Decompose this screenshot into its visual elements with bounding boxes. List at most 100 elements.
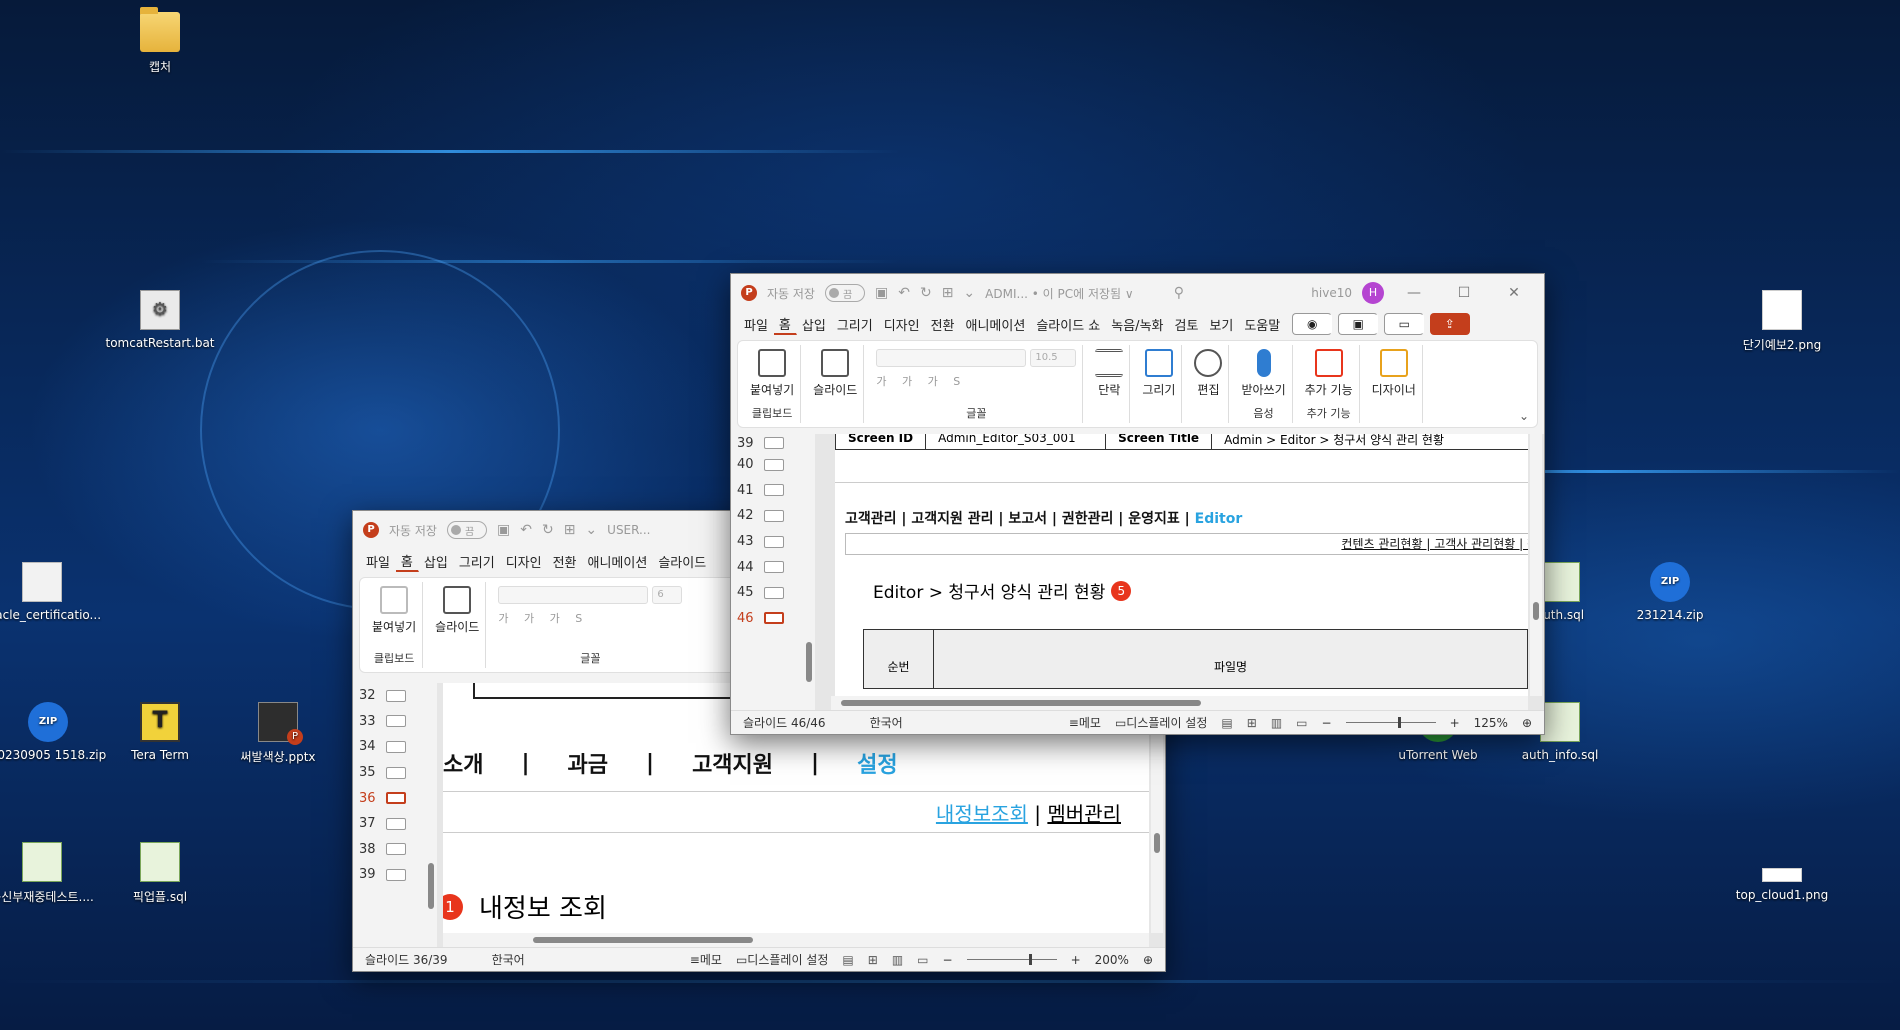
tab-record[interactable]: 녹음/녹화	[1106, 315, 1169, 334]
new-slide-button[interactable]: 슬라이드	[813, 345, 857, 398]
slide-sorter-icon[interactable]: ⊞	[868, 953, 878, 967]
tab-insert[interactable]: 삽입	[797, 315, 832, 334]
desktop-icon-sql-test[interactable]: 송신부재중테스트....	[0, 842, 102, 905]
new-slide-button[interactable]: 슬라이드	[435, 582, 479, 635]
collapse-ribbon-icon[interactable]: ⌄	[1519, 409, 1529, 423]
tab-draw[interactable]: 그리기	[454, 552, 501, 571]
slide-thumb[interactable]: 40	[731, 452, 803, 478]
slide-vertical-scrollbar[interactable]	[1530, 434, 1542, 696]
slide-thumb-current[interactable]: 36	[353, 785, 425, 811]
slide-thumb[interactable]: 42	[731, 503, 803, 529]
font-size-select[interactable]: 10.5	[1030, 349, 1077, 367]
desktop-icon-pptx[interactable]: 써발색상.pptx	[218, 702, 338, 765]
dictate-button[interactable]: 받아쓰기	[1241, 345, 1286, 398]
slide-thumb[interactable]: 39	[731, 434, 803, 452]
desktop-icon-png-forecast[interactable]: 단기예보2.png	[1722, 290, 1842, 353]
zoom-level[interactable]: 125%	[1474, 716, 1508, 730]
notes-button[interactable]: ≡메모	[1069, 714, 1101, 731]
fit-slide-icon[interactable]: ⊕	[1143, 953, 1153, 967]
tab-animations[interactable]: 애니메이션	[961, 315, 1032, 334]
addins-button[interactable]: 추가 기능	[1305, 345, 1353, 398]
slide-thumb[interactable]: 34	[353, 734, 425, 760]
zoom-slider[interactable]	[966, 954, 1057, 965]
redo-icon[interactable]: ↻	[920, 285, 932, 301]
powerpoint-window-front[interactable]: P 자동 저장 끔 ▣ ↶ ↻ ⊞ ⌄ ADMI... • 이 PC에 저장됨 …	[730, 273, 1545, 735]
display-settings-button[interactable]: ▭디스플레이 설정	[1115, 714, 1207, 731]
save-icon[interactable]: ▣	[497, 522, 510, 538]
normal-view-icon[interactable]: ▤	[1221, 716, 1232, 730]
slide-thumb[interactable]: 44	[731, 554, 803, 580]
zoom-out-icon[interactable]: −	[1322, 716, 1332, 730]
autosave-toggle[interactable]: 끔	[824, 284, 865, 302]
record-icon[interactable]: ◉	[1292, 313, 1333, 335]
font-size-select[interactable]: 6	[652, 586, 683, 604]
title-bar[interactable]: P 자동 저장 끔 ▣ ↶ ↻ ⊞ ⌄ ADMI... • 이 PC에 저장됨 …	[731, 274, 1544, 312]
desktop-icon-png-cloud[interactable]: top_cloud1.png	[1722, 842, 1842, 902]
minimize-icon[interactable]: —	[1394, 285, 1434, 301]
slide-horizontal-scrollbar[interactable]	[443, 933, 1149, 947]
slide-thumb[interactable]: 33	[353, 709, 425, 735]
document-title[interactable]: ADMI... • 이 PC에 저장됨 ∨	[985, 285, 1134, 302]
zoom-in-icon[interactable]: +	[1450, 716, 1460, 730]
tab-file[interactable]: 파일	[361, 552, 396, 571]
slide-thumb[interactable]: 39	[353, 862, 425, 888]
close-icon[interactable]: ✕	[1494, 285, 1534, 301]
autosave-toggle[interactable]: 끔	[446, 521, 487, 539]
slide-thumb[interactable]: 45	[731, 580, 803, 606]
search-icon[interactable]: ⚲	[1174, 285, 1184, 301]
slide-thumb[interactable]: 41	[731, 478, 803, 504]
thumbs-scrollbar[interactable]	[803, 434, 815, 710]
slide-horizontal-scrollbar[interactable]	[831, 696, 1528, 710]
present-teams-icon[interactable]: ▣	[1338, 313, 1379, 335]
undo-icon[interactable]: ↶	[520, 522, 532, 538]
desktop-icon-zip-231214[interactable]: ZIP 231214.zip	[1610, 562, 1730, 622]
slide-sorter-icon[interactable]: ⊞	[1247, 716, 1257, 730]
tab-design[interactable]: 디자인	[879, 315, 926, 334]
tab-home[interactable]: 홈	[395, 551, 419, 572]
comments-icon[interactable]: ▭	[1384, 313, 1425, 335]
tab-slideshow[interactable]: 슬라이드 쇼	[1031, 315, 1106, 334]
tab-view[interactable]: 보기	[1204, 315, 1239, 334]
designer-button[interactable]: 디자이너	[1372, 345, 1416, 398]
tab-home[interactable]: 홈	[773, 314, 797, 335]
reading-view-icon[interactable]: ▥	[1271, 716, 1282, 730]
undo-icon[interactable]: ↶	[898, 285, 910, 301]
draw-button[interactable]: 그리기	[1142, 345, 1175, 398]
customize-qat-icon[interactable]: ⌄	[963, 285, 975, 301]
zoom-level[interactable]: 200%	[1095, 953, 1129, 967]
customize-qat-icon[interactable]: ⌄	[585, 522, 597, 538]
display-settings-button[interactable]: ▭디스플레이 설정	[736, 951, 828, 968]
paste-button[interactable]: 붙여넣기	[750, 345, 794, 398]
desktop-icon-zip-20230905[interactable]: ZIP 20230905 1518.zip	[0, 702, 108, 762]
slide-canvas[interactable]: Screen ID Admin_Editor_S03_001 Screen Ti…	[835, 434, 1528, 696]
reading-view-icon[interactable]: ▥	[892, 953, 903, 967]
normal-view-icon[interactable]: ▤	[842, 953, 853, 967]
slide-thumb[interactable]: 43	[731, 529, 803, 555]
present-icon[interactable]: ⊞	[942, 285, 954, 301]
slide-thumb[interactable]: 32	[353, 683, 425, 709]
zoom-in-icon[interactable]: +	[1071, 953, 1081, 967]
edit-button[interactable]: 편집	[1194, 345, 1223, 398]
slideshow-icon[interactable]: ▭	[1296, 716, 1307, 730]
paste-button[interactable]: 붙여넣기	[372, 582, 416, 635]
desktop-icon-tomcat-bat[interactable]: ⚙ tomcatRestart.bat	[100, 290, 220, 350]
zoom-slider[interactable]	[1345, 717, 1436, 728]
avatar[interactable]: H	[1362, 282, 1384, 304]
tab-transitions[interactable]: 전환	[926, 315, 961, 334]
redo-icon[interactable]: ↻	[542, 522, 554, 538]
present-icon[interactable]: ⊞	[564, 522, 576, 538]
font-family-select[interactable]	[498, 586, 649, 604]
desktop-icon-sql-pickup[interactable]: 픽업플.sql	[100, 842, 220, 905]
zoom-out-icon[interactable]: −	[943, 953, 953, 967]
tab-design[interactable]: 디자인	[501, 552, 548, 571]
tab-animations[interactable]: 애니메이션	[583, 552, 654, 571]
font-family-select[interactable]	[876, 349, 1027, 367]
maximize-icon[interactable]: ☐	[1444, 285, 1484, 301]
tab-review[interactable]: 검토	[1170, 315, 1205, 334]
user-name[interactable]: hive10	[1311, 286, 1352, 300]
notes-button[interactable]: ≡메모	[690, 951, 722, 968]
tab-insert[interactable]: 삽입	[419, 552, 454, 571]
slide-thumb[interactable]: 37	[353, 811, 425, 837]
thumbs-scrollbar[interactable]	[425, 683, 437, 947]
slide-thumb[interactable]: 35	[353, 760, 425, 786]
